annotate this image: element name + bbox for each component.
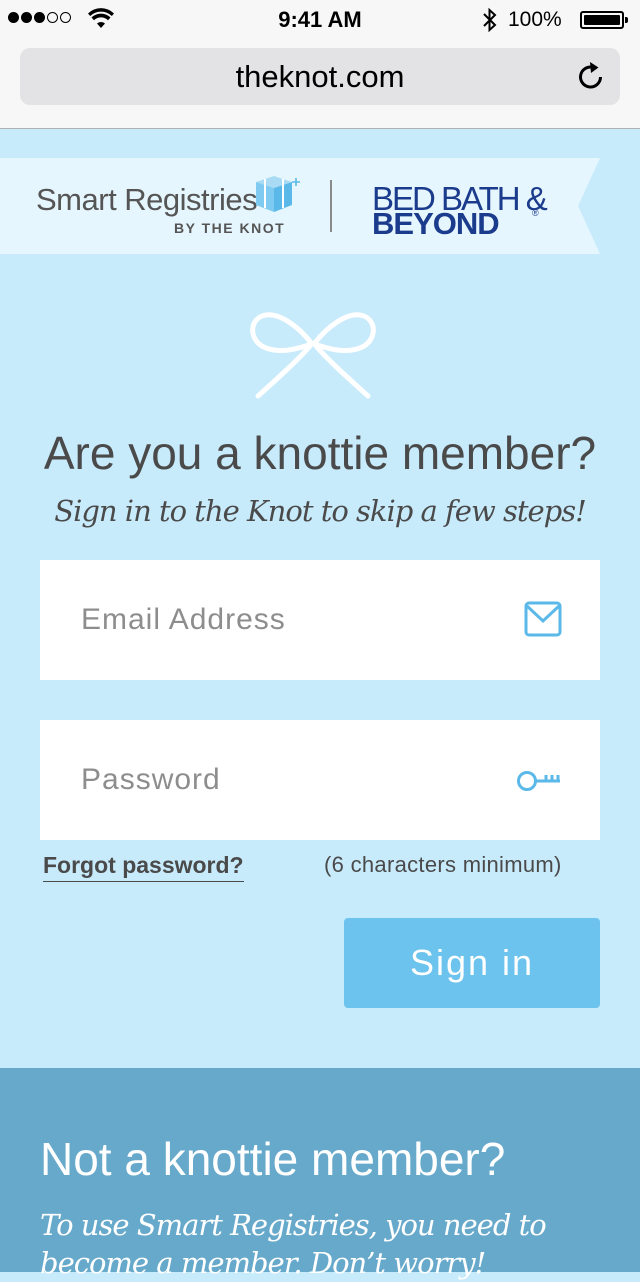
url-text: theknot.com — [235, 59, 405, 94]
browser-toolbar: theknot.com — [0, 40, 640, 129]
login-subheadline: Sign in to the Knot to skip a few steps! — [54, 494, 587, 528]
bow-icon — [250, 312, 376, 399]
battery-percentage: 100% — [508, 8, 562, 31]
password-input[interactable] — [40, 720, 510, 840]
login-headline: Are you a knottie member? — [43, 427, 597, 479]
banner-divider — [330, 180, 332, 232]
address-bar[interactable]: theknot.com — [20, 48, 620, 105]
partner-banner: Smart Registries BY THE KNOT BED BATH & … — [0, 158, 600, 254]
password-field-container — [40, 720, 600, 840]
bluetooth-icon — [483, 7, 497, 33]
email-field-container — [40, 560, 600, 680]
status-bar: 9:41 AM 100% — [0, 0, 640, 40]
signup-text: To use Smart Registries, you need to bec… — [40, 1208, 547, 1280]
signup-section: Not a knottie member? To use Smart Regis… — [0, 1068, 640, 1280]
gift-icon — [256, 176, 300, 212]
signup-title: Not a knottie member? — [40, 1133, 506, 1185]
password-hint: (6 characters minimum) — [324, 852, 562, 877]
partner-registered-mark: ® — [532, 208, 539, 218]
envelope-icon — [524, 601, 562, 637]
reload-icon[interactable] — [576, 60, 606, 92]
sign-in-button[interactable]: Sign in — [344, 918, 600, 1008]
partner-logo-line2: BEYOND — [372, 206, 500, 241]
forgot-password-link[interactable]: Forgot password? — [43, 852, 244, 882]
key-icon — [517, 771, 560, 791]
battery-icon — [580, 11, 628, 29]
brand-subtitle: BY THE KNOT — [174, 220, 286, 236]
brand-title: Smart Registries — [36, 182, 258, 217]
email-input[interactable] — [40, 560, 510, 680]
